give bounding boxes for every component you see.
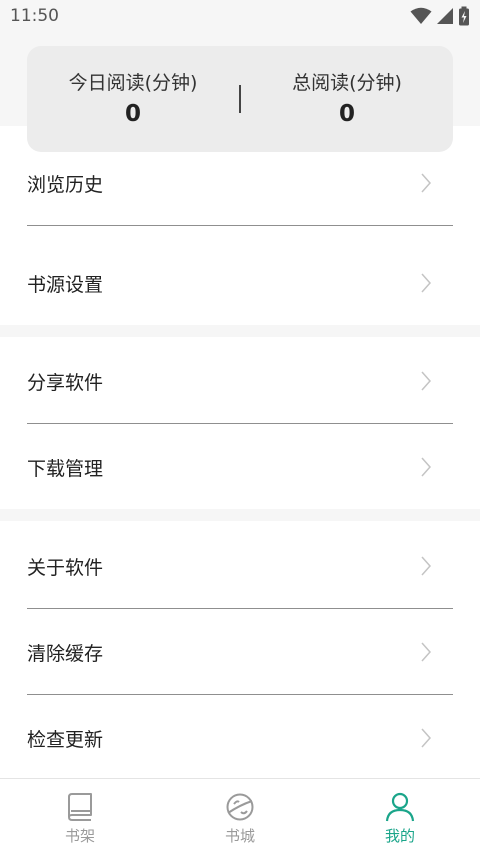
book-icon xyxy=(68,793,92,821)
signal-icon xyxy=(437,8,453,24)
menu-item-label: 检查更新 xyxy=(27,728,104,751)
today-reading-stat: 今日阅读(分钟) 0 xyxy=(27,71,239,127)
menu-item-label: 清除缓存 xyxy=(27,642,104,665)
chevron-right-icon xyxy=(421,642,431,662)
menu-divider xyxy=(27,694,453,695)
wifi-icon xyxy=(410,7,432,24)
menu-item-browse-history[interactable]: 浏览历史 xyxy=(27,152,453,214)
tab-label: 我的 xyxy=(384,827,415,845)
menu-divider xyxy=(27,423,453,424)
today-reading-label: 今日阅读(分钟) xyxy=(68,72,198,94)
chevron-right-icon xyxy=(421,556,431,576)
menu-item-label: 书源设置 xyxy=(27,273,104,296)
menu-item-label: 分享软件 xyxy=(27,371,104,394)
chevron-right-icon xyxy=(421,273,431,293)
today-reading-value: 0 xyxy=(124,101,141,127)
bottom-tab-bar: 书架 书城 我的 xyxy=(0,778,480,855)
menu-item-check-update[interactable]: 检查更新 xyxy=(27,707,453,769)
chevron-right-icon xyxy=(421,728,431,748)
section-gap xyxy=(0,509,480,521)
total-reading-value: 0 xyxy=(338,101,355,127)
battery-icon xyxy=(459,6,469,26)
chevron-right-icon xyxy=(421,371,431,391)
menu-item-share-app[interactable]: 分享软件 xyxy=(27,350,453,412)
tab-bookstore[interactable]: 书城 xyxy=(160,779,320,855)
menu-divider xyxy=(27,225,453,226)
total-reading-label: 总阅读(分钟) xyxy=(292,72,402,94)
tab-label: 书城 xyxy=(224,827,255,845)
user-icon xyxy=(385,792,415,822)
menu-divider xyxy=(27,608,453,609)
menu-item-label: 关于软件 xyxy=(27,556,104,579)
status-time: 11:50 xyxy=(10,6,59,26)
reading-stats-card: 今日阅读(分钟) 0 总阅读(分钟) 0 xyxy=(27,46,453,152)
menu-item-clear-cache[interactable]: 清除缓存 xyxy=(27,621,453,683)
section-gap xyxy=(0,325,480,337)
status-bar: 11:50 xyxy=(0,0,480,32)
menu-item-download-manager[interactable]: 下载管理 xyxy=(27,436,453,498)
planet-icon xyxy=(226,793,254,821)
menu-item-label: 下载管理 xyxy=(27,457,104,480)
tab-label: 书架 xyxy=(64,827,95,845)
chevron-right-icon xyxy=(421,457,431,477)
total-reading-stat: 总阅读(分钟) 0 xyxy=(241,71,453,127)
menu-item-source-settings[interactable]: 书源设置 xyxy=(27,252,453,314)
tab-mine[interactable]: 我的 xyxy=(320,779,480,855)
tab-bookshelf[interactable]: 书架 xyxy=(0,779,160,855)
menu-item-label: 浏览历史 xyxy=(27,173,104,196)
status-icons xyxy=(410,6,470,26)
menu-item-about-app[interactable]: 关于软件 xyxy=(27,535,453,597)
chevron-right-icon xyxy=(421,173,431,193)
